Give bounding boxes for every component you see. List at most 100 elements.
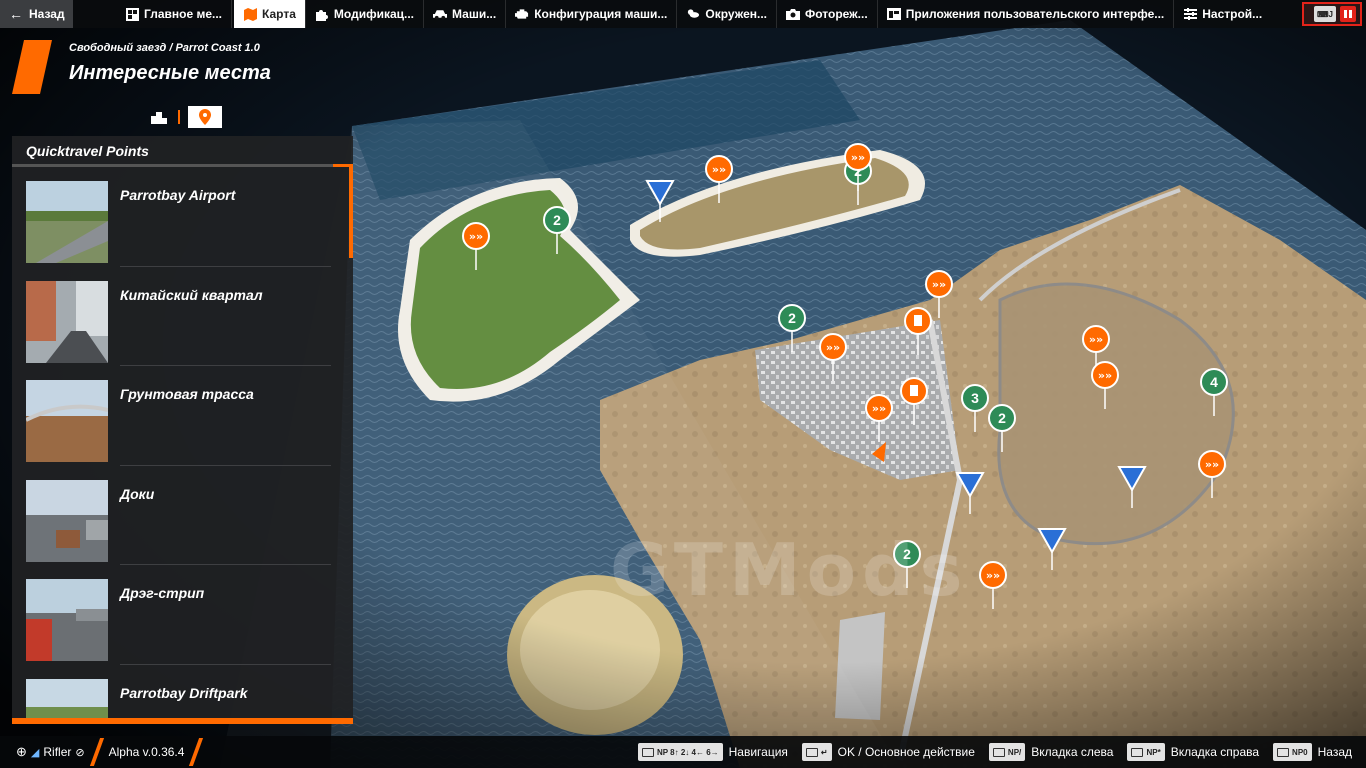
- chevrons-icon: »»: [1098, 369, 1112, 382]
- location-thumbnail: [26, 280, 108, 363]
- ui-apps-icon: [886, 7, 901, 21]
- beamng-logo-icon: ◢: [30, 746, 40, 759]
- tab-label: Настрой...: [1202, 7, 1263, 21]
- divider-slash: [189, 738, 204, 766]
- location-thumbnail: [26, 181, 108, 263]
- chevrons-icon: »»: [986, 569, 1000, 582]
- hint-label: Вкладка слева: [1031, 745, 1114, 759]
- list-item[interactable]: Доки: [12, 466, 353, 565]
- weather-icon: [686, 7, 700, 21]
- control-hints: NP 8↑ 2↓ 4← 6→ Навигация ↵ OK / Основное…: [637, 736, 1352, 768]
- list-item-label: Китайский квартал: [120, 286, 263, 303]
- panel-bottom-accent: [12, 718, 353, 724]
- hint-label: Вкладка справа: [1170, 745, 1260, 759]
- marker-count: 2: [998, 410, 1006, 426]
- filter-vehicles-button[interactable]: [148, 106, 170, 128]
- hint-ok: ↵ OK / Основное действие: [801, 743, 975, 761]
- marker-count: 2: [788, 310, 796, 326]
- filter-locations-button[interactable]: [188, 106, 222, 128]
- chevrons-icon: »»: [872, 402, 886, 415]
- car-icon: [433, 7, 448, 21]
- keyboard-icon: [992, 747, 1005, 757]
- list-item[interactable]: Грунтовая трасса: [12, 366, 353, 466]
- version-label: Alpha v.0.36.4: [108, 745, 185, 759]
- keycap: NP*: [1127, 743, 1165, 761]
- tab-vehicle-config[interactable]: Конфигурация маши...: [506, 0, 678, 28]
- chevrons-icon: »»: [851, 151, 865, 164]
- keyboard-icon: [1131, 747, 1144, 757]
- keycap-text: NP0: [1292, 747, 1308, 757]
- tab-vehicles[interactable]: Маши...: [424, 0, 507, 28]
- user-status-icon: ⊘: [75, 746, 85, 759]
- pause-key-label: J: [1328, 9, 1333, 19]
- bottom-status-bar: ⊕ ◢ Rifler ⊘ Alpha v.0.36.4 NP 8↑ 2↓ 4← …: [0, 736, 1366, 768]
- list-item-label: Грунтовая трасса: [120, 386, 254, 402]
- breadcrumb: Свободный заезд / Parrot Coast 1.0: [69, 42, 260, 54]
- username: Rifler: [43, 745, 72, 759]
- tab-label: Карта: [262, 7, 296, 21]
- list-item-label: Дрэг-стрип: [120, 585, 205, 601]
- main-menu-icon: [125, 7, 139, 21]
- tab-map[interactable]: Карта: [234, 0, 306, 28]
- tab-ui-apps[interactable]: Приложения пользовательского интерфе...: [878, 0, 1175, 28]
- arrow-left-icon: ←: [9, 6, 23, 22]
- keycap: NP/: [988, 743, 1026, 761]
- filter-divider: [178, 110, 180, 124]
- camera-icon: [786, 7, 800, 21]
- tab-label: Конфигурация маши...: [534, 7, 668, 21]
- game-screen: 2223242»»»»»»»»»»»»»»»»»»»» GTMods ← Наз…: [0, 0, 1366, 768]
- keycap-text: NP*: [1146, 747, 1161, 757]
- location-thumbnail: [26, 380, 108, 462]
- back-button[interactable]: ← Назад: [0, 0, 73, 28]
- brand-accent-stripe: [12, 40, 52, 94]
- map-icon: [243, 7, 257, 21]
- page-title: Интересные места: [69, 62, 271, 84]
- keycap-text: NP/: [1007, 747, 1022, 757]
- user-badge: ⊕ ◢ Rifler ⊘: [0, 744, 85, 760]
- location-thumbnail: [26, 579, 108, 661]
- chevrons-icon: »»: [1089, 333, 1103, 346]
- tab-label: Фотореж...: [805, 7, 868, 21]
- hint-tab-left: NP/ Вкладка слева: [988, 743, 1114, 761]
- tab-settings[interactable]: Настрой...: [1174, 0, 1271, 28]
- list-item[interactable]: Китайский квартал: [12, 267, 353, 366]
- list-item-label: Parrotbay Airport: [120, 187, 236, 203]
- divider-slash: [89, 738, 104, 766]
- keycap: NP0: [1273, 743, 1312, 761]
- tab-label: Модификац...: [333, 7, 415, 21]
- list-item[interactable]: Parrotbay Driftpark: [12, 665, 353, 718]
- list-item[interactable]: Дрэг-стрип: [12, 565, 353, 665]
- tab-modifications[interactable]: Модификац...: [306, 0, 425, 28]
- hint-back: NP0 Назад: [1273, 743, 1352, 761]
- tab-label: Маши...: [452, 7, 497, 21]
- podium-icon: [151, 112, 167, 124]
- puzzle-icon: [315, 7, 329, 21]
- location-thumbnail: [26, 678, 108, 718]
- keycap: ↵: [801, 743, 832, 761]
- chevrons-icon: »»: [469, 230, 483, 243]
- keyboard-icon: [641, 747, 654, 757]
- list-item[interactable]: Parrotbay Airport: [12, 167, 353, 267]
- hint-label: Назад: [1317, 745, 1352, 759]
- back-label: Назад: [29, 7, 65, 21]
- chevrons-icon: »»: [712, 163, 726, 176]
- tab-photo-mode[interactable]: Фотореж...: [777, 0, 878, 28]
- list-item-label: Parrotbay Driftpark: [120, 684, 248, 701]
- chevrons-icon: »»: [826, 341, 840, 354]
- fuel-pump-icon: [914, 315, 922, 326]
- tab-environment[interactable]: Окружен...: [677, 0, 777, 28]
- keyboard-icon: [1277, 747, 1290, 757]
- list-item-label: Доки: [120, 485, 155, 502]
- marker-count: 3: [971, 390, 979, 406]
- hint-label: Навигация: [728, 745, 788, 759]
- keyboard-key-j: ⌨ J: [1314, 6, 1336, 22]
- quicktravel-panel: Quicktravel Points Parrotbay Airport Кит…: [12, 136, 353, 724]
- pause-button[interactable]: ⌨ J: [1302, 2, 1362, 26]
- keyboard-icon: [805, 747, 818, 757]
- hint-label: OK / Основное действие: [837, 745, 975, 759]
- tab-main-menu[interactable]: Главное ме...: [116, 0, 233, 28]
- marker-count: 2: [553, 212, 561, 228]
- hint-navigation: NP 8↑ 2↓ 4← 6→ Навигация: [637, 743, 788, 761]
- chevrons-icon: »»: [1205, 458, 1219, 471]
- location-pin-icon: [199, 109, 211, 125]
